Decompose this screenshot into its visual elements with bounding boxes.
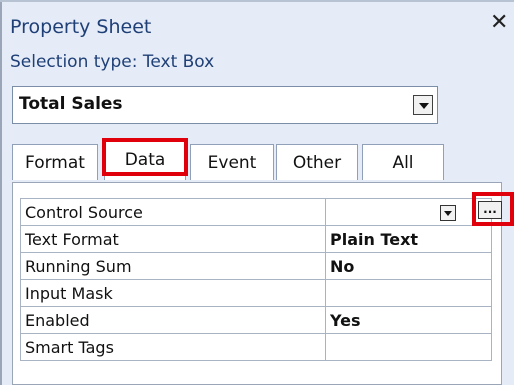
property-name: Text Format	[20, 225, 326, 253]
property-name: Control Source	[20, 198, 326, 226]
tab-other[interactable]: Other	[276, 144, 358, 180]
panel-left-border	[0, 0, 2, 385]
property-value-field[interactable]: Yes	[325, 306, 492, 334]
table-row[interactable]: Text Format Plain Text	[20, 225, 492, 253]
property-value-field[interactable]	[325, 198, 492, 226]
property-value-field[interactable]	[325, 279, 492, 307]
table-row[interactable]: Running Sum No	[20, 252, 492, 280]
property-value-field[interactable]: Plain Text	[325, 225, 492, 253]
close-icon[interactable]: ✕	[490, 12, 508, 34]
object-selector-combo[interactable]: Total Sales	[12, 86, 438, 124]
tab-all[interactable]: All	[362, 144, 444, 180]
table-row[interactable]: Input Mask	[20, 279, 492, 307]
property-value-field[interactable]: No	[325, 252, 492, 280]
property-grid: Control Source Text Format Plain Text Ru…	[20, 198, 492, 361]
control-source-dropdown-icon[interactable]	[440, 205, 456, 221]
property-name: Enabled	[20, 306, 326, 334]
chevron-down-icon[interactable]	[413, 95, 433, 115]
table-row[interactable]: Control Source	[20, 198, 492, 226]
table-row[interactable]: Enabled Yes	[20, 306, 492, 334]
selection-type-label: Selection type: Text Box	[10, 52, 215, 72]
property-name: Running Sum	[20, 252, 326, 280]
tab-format[interactable]: Format	[12, 144, 98, 180]
object-selector-value: Total Sales	[19, 94, 123, 114]
property-sheet-panel: Property Sheet ✕ Selection type: Text Bo…	[0, 0, 514, 385]
property-value-field[interactable]	[325, 333, 492, 361]
builder-button-highlight	[472, 192, 514, 226]
property-name: Smart Tags	[20, 333, 326, 361]
property-name: Input Mask	[20, 279, 326, 307]
table-row[interactable]: Smart Tags	[20, 333, 492, 361]
tab-event[interactable]: Event	[190, 144, 274, 180]
panel-title: Property Sheet	[10, 16, 152, 38]
panel-top-border	[0, 0, 514, 2]
data-tab-highlight	[102, 138, 188, 176]
